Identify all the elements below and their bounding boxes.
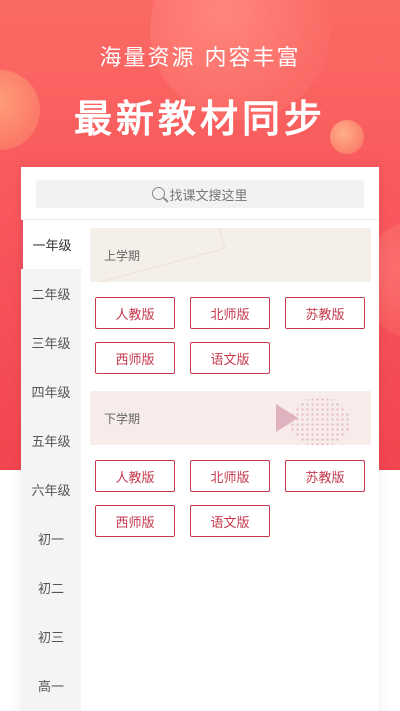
search-bar[interactable]: 找课文搜这里 [36,180,364,208]
sidebar-item-junior-2[interactable]: 初二 [21,563,81,612]
textbook-content: 上学期 人教版 北师版 苏教版 西师版 语文版 下学期 人教版 北师版 苏教版 … [90,228,371,537]
sidebar-item-grade-6[interactable]: 六年级 [21,465,81,514]
decorative-dots [290,397,350,445]
sidebar-item-grade-5[interactable]: 五年级 [21,416,81,465]
publisher-button-renjiao[interactable]: 人教版 [95,460,175,492]
term-header-second: 下学期 [90,391,371,445]
publisher-button-yuwen[interactable]: 语文版 [190,342,270,374]
promo-headline: 最新教材同步 [73,97,326,141]
sidebar-item-junior-1[interactable]: 初一 [21,514,81,563]
publisher-button-sujiao[interactable]: 苏教版 [285,460,365,492]
sidebar-item-grade-4[interactable]: 四年级 [21,367,81,416]
search-icon [152,186,166,200]
publisher-button-yuwen[interactable]: 语文版 [190,505,270,537]
sidebar-item-senior-1[interactable]: 高一 [21,661,81,710]
publisher-button-xishi[interactable]: 西师版 [95,505,175,537]
term-header-first: 上学期 [90,228,371,282]
sidebar-item-grade-3[interactable]: 三年级 [21,318,81,367]
publisher-button-xishi[interactable]: 西师版 [95,342,175,374]
decorative-lines [90,228,226,282]
sidebar-item-grade-2[interactable]: 二年级 [21,269,81,318]
sidebar-item-grade-1[interactable]: 一年级 [21,220,81,269]
grade-sidebar: 一年级 二年级 三年级 四年级 五年级 六年级 初一 初二 初三 高一 [21,220,81,711]
publisher-grid-second-term: 人教版 北师版 苏教版 西师版 语文版 [90,460,371,537]
publisher-button-renjiao[interactable]: 人教版 [95,297,175,329]
publisher-button-sujiao[interactable]: 苏教版 [285,297,365,329]
publisher-button-beishi[interactable]: 北师版 [190,297,270,329]
promo-tagline: 海量资源 内容丰富 [99,46,301,71]
publisher-button-beishi[interactable]: 北师版 [190,460,270,492]
sidebar-item-junior-3[interactable]: 初三 [21,612,81,661]
term-label: 下学期 [104,411,141,426]
app-screen: 找课文搜这里 一年级 二年级 三年级 四年级 五年级 六年级 初一 初二 初三 … [21,167,379,711]
search-placeholder: 找课文搜这里 [169,188,248,204]
publisher-grid-first-term: 人教版 北师版 苏教版 西师版 语文版 [90,297,371,374]
